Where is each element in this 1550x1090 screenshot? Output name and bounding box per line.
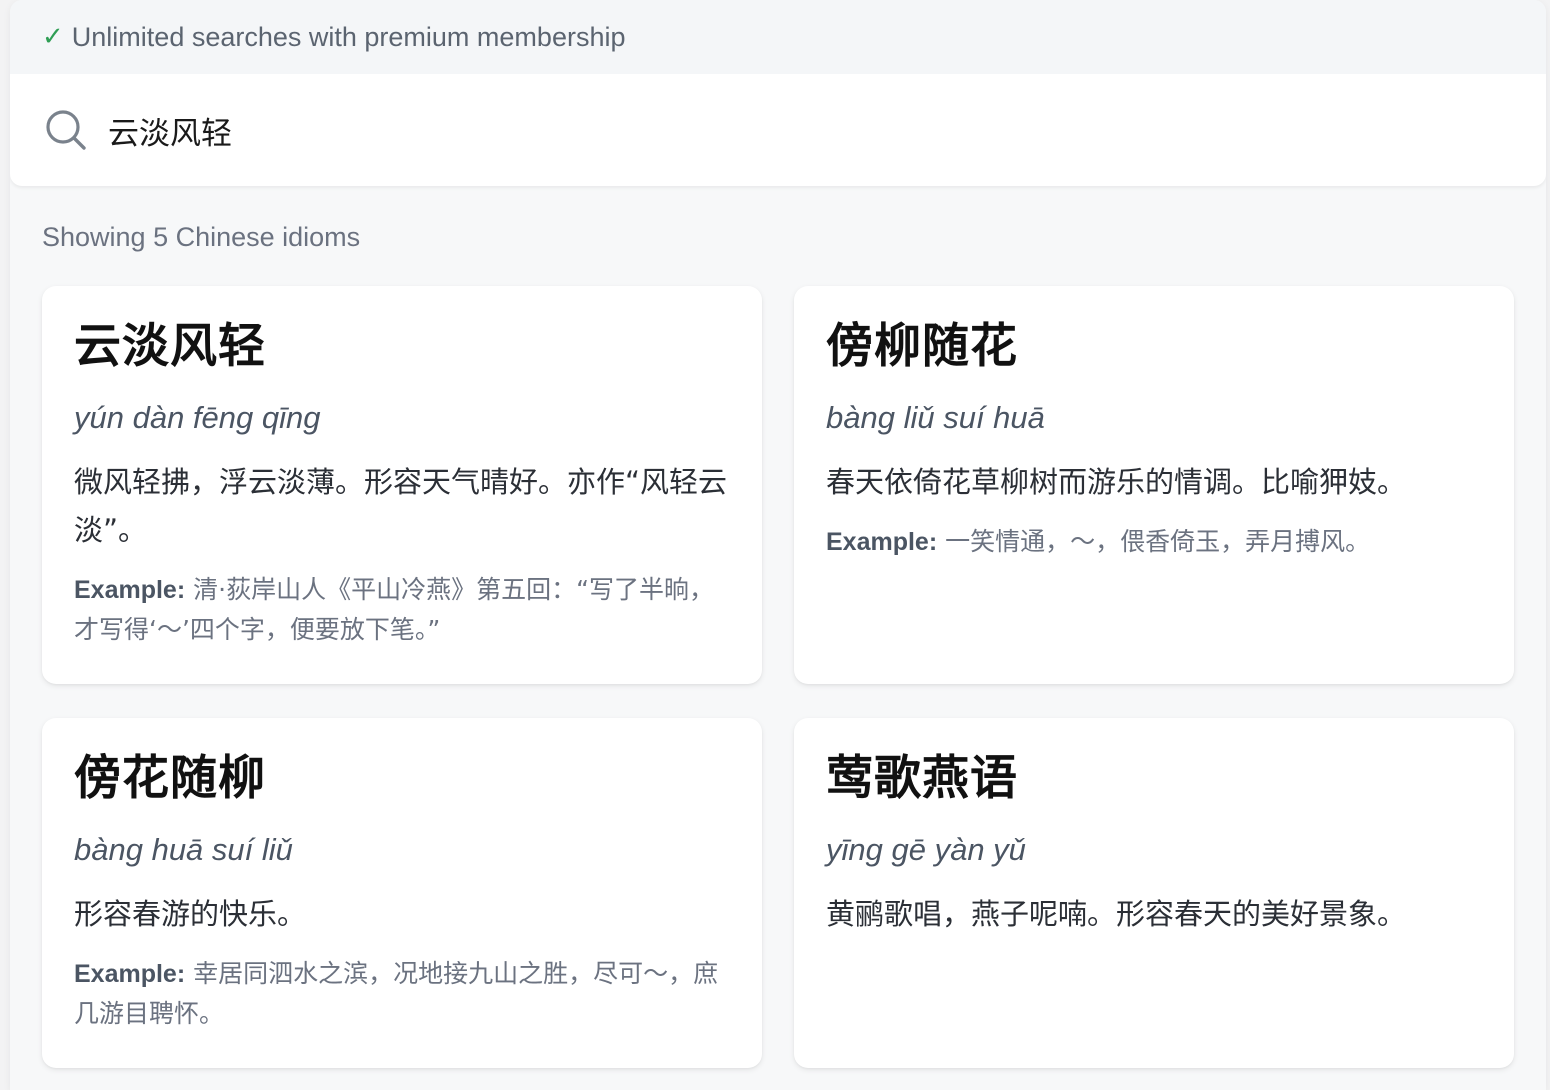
search-panel: ✓ Unlimited searches with premium member… <box>10 0 1546 1090</box>
idiom-pinyin: bàng huā suí liǔ <box>74 832 293 867</box>
idiom-title: 莺歌燕语 <box>826 751 1018 806</box>
idiom-title: 云淡风轻 <box>74 319 266 374</box>
idiom-title: 傍花随柳 <box>74 751 266 806</box>
idiom-card[interactable]: 云淡风轻 yún dàn fēng qīng 微风轻拂，浮云淡薄。形容天气晴好。… <box>42 286 762 684</box>
search-icon <box>44 108 88 152</box>
search-input[interactable] <box>108 105 1408 155</box>
idiom-card[interactable]: 莺歌燕语 yīng gē yàn yǔ 黄鹂歌唱，燕子呢喃。形容春天的美好景象。 <box>794 718 1514 1068</box>
idiom-title: 傍柳随花 <box>826 319 1018 374</box>
example-label: Example: <box>74 960 186 988</box>
idiom-meaning: 微风轻拂，浮云淡薄。形容天气晴好。亦作“风轻云淡”。 <box>74 465 728 547</box>
premium-promo-bar: ✓ Unlimited searches with premium member… <box>10 0 1546 74</box>
example-label: Example: <box>74 576 186 604</box>
idiom-meaning: 形容春游的快乐。 <box>74 897 307 931</box>
idiom-pinyin: bàng liǔ suí huā <box>826 400 1045 435</box>
idiom-card[interactable]: 傍花随柳 bàng huā suí liǔ 形容春游的快乐。 Example: … <box>42 718 762 1068</box>
idiom-example: Example: 清·荻岸山人《平山冷燕》第五回：“写了半晌，才写得‘～’四个字… <box>74 570 730 650</box>
idiom-example: Example: 一笑情通，～，偎香倚玉，弄月搏风。 <box>826 522 1482 562</box>
search-bar[interactable] <box>10 74 1546 186</box>
promo-text: Unlimited searches with premium membersh… <box>71 21 626 52</box>
example-label: Example: <box>826 528 938 556</box>
idiom-meaning: 春天依倚花草柳树而游乐的情调。比喻狎妓。 <box>826 465 1407 499</box>
idiom-example: Example: 幸居同泗水之滨，况地接九山之胜，尽可～，庶几游目聘怀。 <box>74 954 730 1034</box>
idiom-pinyin: yīng gē yàn yǔ <box>826 832 1026 867</box>
check-icon: ✓ <box>42 22 64 52</box>
idiom-pinyin: yún dàn fēng qīng <box>74 400 321 435</box>
results-count: Showing 5 Chinese idioms <box>42 222 361 252</box>
idiom-meaning: 黄鹂歌唱，燕子呢喃。形容春天的美好景象。 <box>826 897 1407 931</box>
idiom-card[interactable]: 傍柳随花 bàng liǔ suí huā 春天依倚花草柳树而游乐的情调。比喻狎… <box>794 286 1514 684</box>
example-text: 一笑情通，～，偎香倚玉，弄月搏风。 <box>945 527 1371 556</box>
